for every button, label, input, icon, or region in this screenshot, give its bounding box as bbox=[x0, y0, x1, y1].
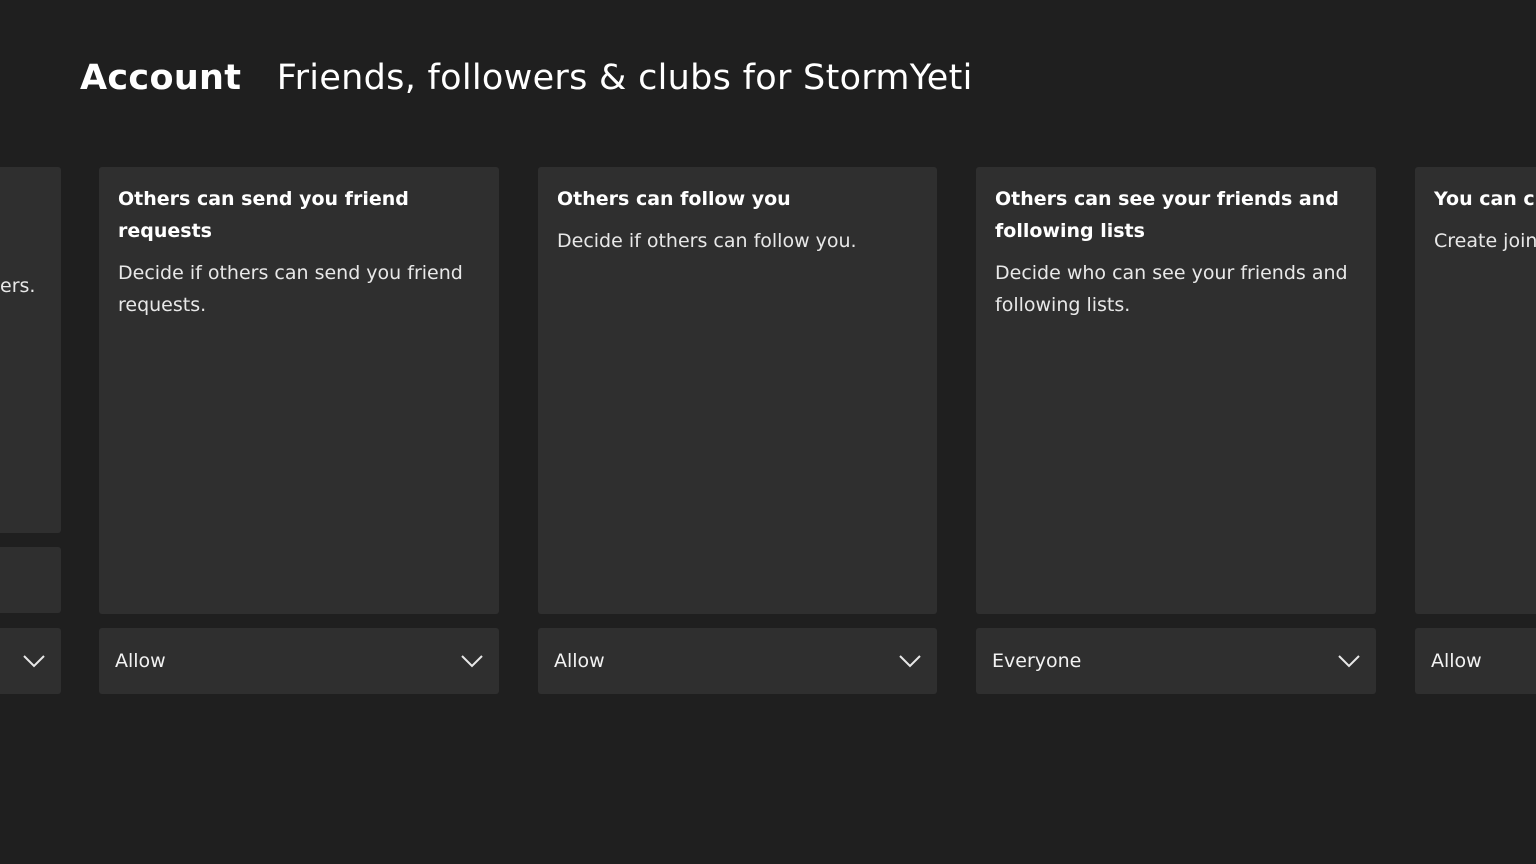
page-title: Friends, followers & clubs for StormYeti bbox=[276, 58, 973, 98]
setting-card-friend-requests[interactable]: Others can send you friend requests Deci… bbox=[99, 167, 499, 614]
chevron-down-icon bbox=[461, 654, 483, 668]
chevron-down-icon bbox=[1338, 654, 1360, 668]
setting-card-partial-right[interactable]: You can cr Create join, bbox=[1415, 167, 1536, 614]
card-description: Decide if others can send you friend req… bbox=[118, 262, 463, 316]
setting-dropdown-partial-left[interactable] bbox=[0, 628, 61, 694]
dropdown-value: Allow bbox=[554, 650, 605, 672]
setting-card-friends-lists[interactable]: Others can see your friends and followin… bbox=[976, 167, 1376, 614]
setting-dropdown-partial-right[interactable]: Allow bbox=[1415, 628, 1536, 694]
card-title: Others can see your friends and followin… bbox=[995, 188, 1339, 242]
dropdown-value: Allow bbox=[1431, 650, 1482, 672]
setting-card-partial-left-extra bbox=[0, 547, 61, 613]
chevron-down-icon bbox=[899, 654, 921, 668]
page-header: Account Friends, followers & clubs for S… bbox=[80, 58, 973, 98]
card-title: Others can send you friend requests bbox=[118, 188, 409, 242]
chevron-down-icon bbox=[23, 654, 45, 668]
card-description: Decide who can see your friends and foll… bbox=[995, 262, 1348, 316]
card-description: Decide if others can follow you. bbox=[557, 230, 857, 252]
card-title: You can cr bbox=[1434, 188, 1536, 210]
card-description-fragment: ers. bbox=[0, 275, 36, 297]
setting-card-follow[interactable]: Others can follow you Decide if others c… bbox=[538, 167, 937, 614]
card-description: Create join, bbox=[1434, 230, 1536, 252]
setting-card-partial-left[interactable]: ers. bbox=[0, 167, 61, 533]
dropdown-value: Allow bbox=[115, 650, 166, 672]
section-title: Account bbox=[80, 58, 242, 98]
friends-lists-dropdown[interactable]: Everyone bbox=[976, 628, 1376, 694]
dropdown-value: Everyone bbox=[992, 650, 1082, 672]
card-title: Others can follow you bbox=[557, 188, 791, 210]
follow-dropdown[interactable]: Allow bbox=[538, 628, 937, 694]
friend-requests-dropdown[interactable]: Allow bbox=[99, 628, 499, 694]
